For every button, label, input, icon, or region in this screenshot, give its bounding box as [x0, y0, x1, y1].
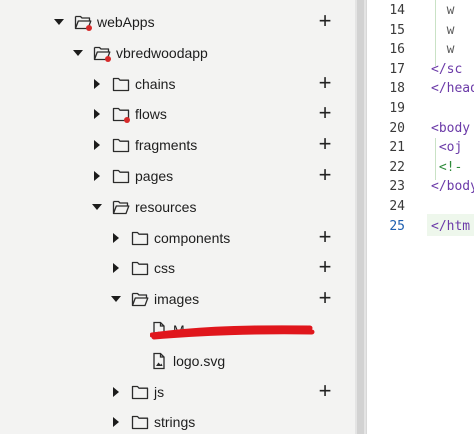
code-line[interactable]: </head — [431, 79, 474, 99]
tree-item-label: fragments — [135, 137, 198, 154]
tree-item-images[interactable]: images + — [0, 287, 355, 311]
chevron-right-icon[interactable] — [91, 139, 103, 151]
line-number: 23 — [389, 179, 405, 195]
chevron-right-icon[interactable] — [91, 170, 103, 182]
add-components-button[interactable]: + — [315, 225, 335, 247]
error-badge-icon — [86, 25, 92, 31]
tree-item-components[interactable]: components + — [0, 225, 355, 250]
tree-item-resources[interactable]: resources — [0, 195, 355, 219]
line-number: 14 — [389, 3, 405, 18]
folder-icon — [131, 413, 149, 431]
chevron-right-icon[interactable] — [110, 386, 122, 398]
indent-guide — [435, 0, 436, 66]
redaction-mark — [150, 325, 315, 340]
line-number: 16 — [389, 42, 405, 58]
folder-icon — [112, 167, 130, 185]
folder-icon — [112, 136, 130, 154]
tree-item-label: flows — [135, 106, 167, 123]
tree-item-label: resources — [135, 198, 197, 215]
code-line[interactable]: <body — [431, 119, 470, 139]
line-number: 24 — [389, 199, 405, 214]
tree-item-label: webApps — [97, 14, 155, 30]
code-editor[interactable]: 14 15 16 17 18 19 20 21 22 23 24 25 w w w </sc </head… — [367, 0, 474, 434]
chevron-down-icon[interactable] — [72, 47, 84, 59]
tree-item-label: vbredwoodapp — [116, 44, 208, 61]
tree-item-chains[interactable]: chains + — [0, 71, 355, 96]
chevron-down-icon[interactable] — [53, 16, 65, 28]
tree-item-css[interactable]: css + — [0, 256, 355, 280]
add-js-button[interactable]: + — [315, 379, 335, 401]
chevron-right-icon[interactable] — [91, 78, 103, 90]
code-line[interactable]: </body — [431, 177, 474, 197]
folder-icon — [112, 75, 130, 93]
tree-item-label: components — [154, 229, 231, 246]
chevron-down-icon[interactable] — [110, 293, 122, 305]
chevron-right-icon[interactable] — [110, 262, 122, 274]
tree-item-label: chains — [135, 75, 176, 92]
tree-item-webapps[interactable]: webApps + — [0, 10, 355, 34]
tree-item-logo-svg[interactable]: logo.svg — [0, 349, 355, 373]
chevron-down-icon[interactable] — [91, 201, 103, 213]
chevron-right-icon[interactable] — [110, 416, 122, 428]
tree-item-strings[interactable]: strings — [0, 410, 355, 434]
line-number: 25 — [389, 218, 405, 234]
error-badge-icon — [105, 55, 111, 62]
folder-open-icon — [112, 198, 130, 216]
folder-icon — [131, 229, 149, 247]
add-images-button[interactable]: + — [315, 287, 335, 309]
indent-guide — [435, 138, 436, 180]
add-css-button[interactable]: + — [315, 256, 335, 278]
line-number: 22 — [389, 159, 405, 175]
tree-item-pages[interactable]: pages + — [0, 164, 355, 188]
line-number: 19 — [389, 101, 405, 116]
line-number: 18 — [389, 81, 405, 97]
tree-item-label: js — [154, 383, 165, 400]
folder-icon — [131, 259, 149, 277]
file-tree-panel: webApps + vbredwoodapp chains + flows + fragmen… — [0, 0, 355, 434]
tree-item-label: logo.svg — [173, 352, 226, 369]
folder-icon — [131, 383, 149, 401]
tree-item-label: pages — [135, 168, 174, 184]
tree-item-label: images — [154, 291, 200, 308]
add-fragments-button[interactable]: + — [315, 133, 335, 155]
file-icon — [150, 352, 168, 370]
add-pages-button[interactable]: + — [315, 164, 335, 186]
tree-item-label: css — [154, 260, 175, 277]
line-number: 20 — [389, 120, 405, 136]
line-number: 17 — [389, 61, 405, 77]
line-number: 21 — [389, 140, 405, 156]
tree-item-flows[interactable]: flows + — [0, 102, 355, 126]
chevron-right-icon[interactable] — [91, 108, 103, 120]
tree-scrollbar-thumb[interactable] — [357, 0, 364, 434]
tree-item-vbredwoodapp[interactable]: vbredwoodapp — [0, 41, 355, 65]
folder-open-icon — [131, 290, 149, 308]
add-flows-button[interactable]: + — [315, 102, 335, 124]
line-number: 15 — [389, 22, 405, 38]
tree-item-js[interactable]: js + — [0, 379, 355, 404]
chevron-right-icon[interactable] — [110, 232, 122, 244]
add-webapps-button[interactable]: + — [315, 10, 335, 32]
tree-item-fragments[interactable]: fragments + — [0, 133, 355, 157]
tree-item-label: strings — [154, 414, 196, 431]
code-line[interactable]: </htm — [431, 217, 470, 237]
add-chains-button[interactable]: + — [315, 71, 335, 93]
